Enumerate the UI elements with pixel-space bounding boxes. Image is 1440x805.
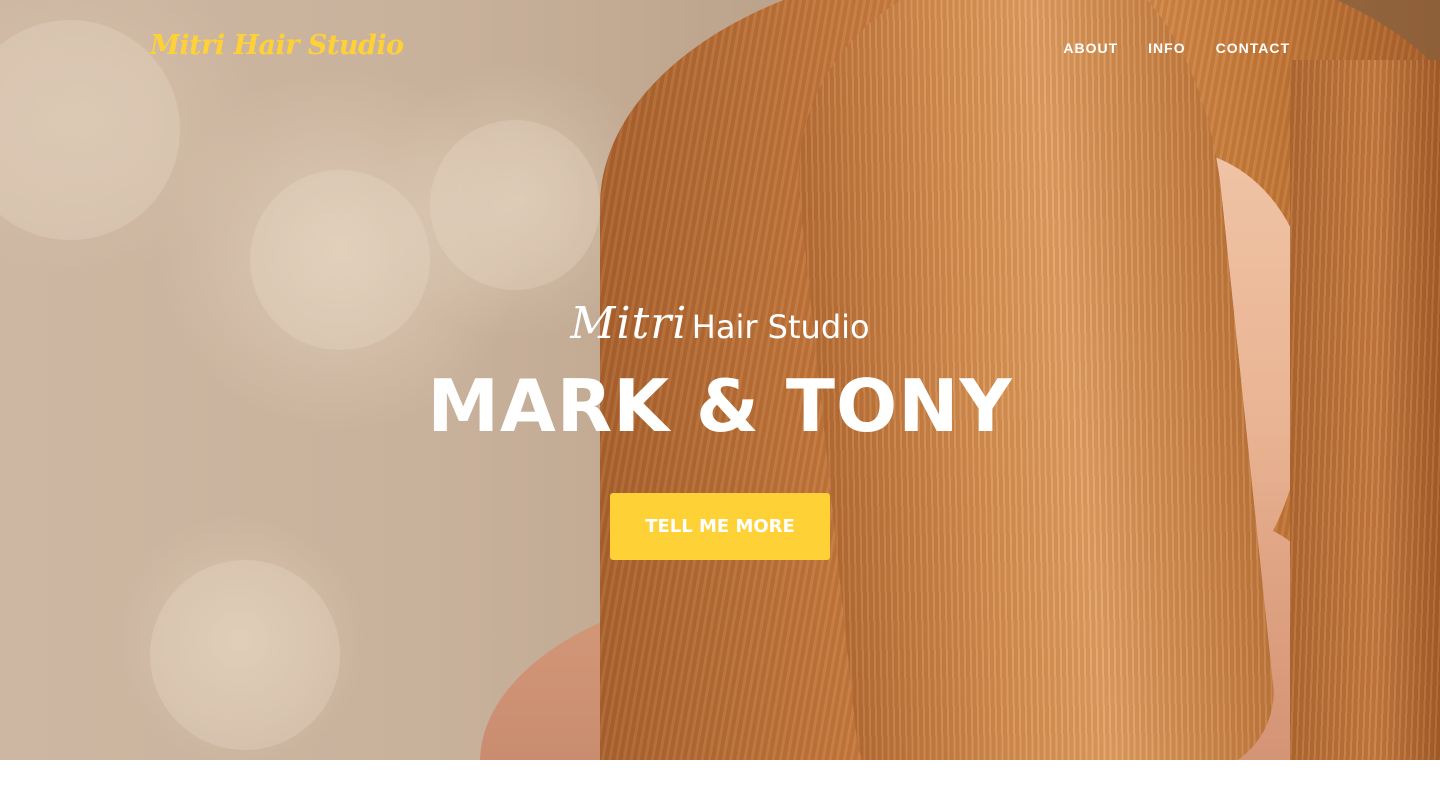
main-nav: ABOUT INFO CONTACT <box>1063 40 1290 56</box>
brand-logo[interactable]: Mitri Hair Studio <box>150 30 404 61</box>
hero-title: MARK & TONY <box>427 364 1013 448</box>
nav-link-about[interactable]: ABOUT <box>1063 40 1118 56</box>
hero-subtitle-plain: Hair Studio <box>691 308 870 346</box>
nav-link-contact[interactable]: CONTACT <box>1216 40 1290 56</box>
hero-subtitle: Mitri Hair Studio <box>0 298 1440 349</box>
tell-me-more-button[interactable]: TELL ME MORE <box>610 493 830 560</box>
bokeh-light <box>430 120 600 290</box>
hero-background: Mitri Hair Studio ABOUT INFO CONTACT Mit… <box>0 0 1440 760</box>
nav-link-info[interactable]: INFO <box>1148 40 1185 56</box>
bokeh-light <box>150 560 340 750</box>
hero-subtitle-script: Mitri <box>570 298 688 349</box>
